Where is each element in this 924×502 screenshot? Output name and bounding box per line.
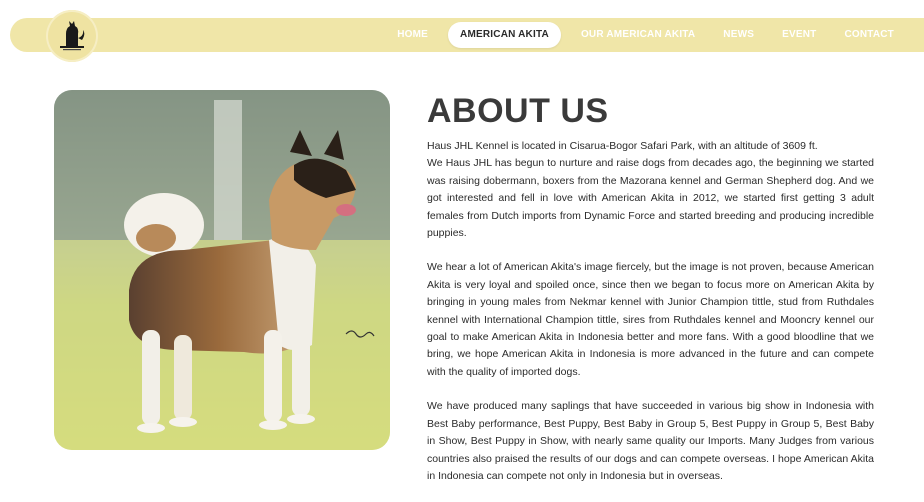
about-paragraph-2: We hear a lot of American Akita's image … [427, 261, 874, 378]
dog-logo-icon [60, 21, 85, 51]
nav-news[interactable]: NEWS [709, 22, 768, 48]
nav-event[interactable]: EVENT [768, 22, 830, 48]
nav-contact[interactable]: CONTACT [830, 22, 924, 48]
about-p1-line1: Haus JHL Kennel is located in Cisarua-Bo… [427, 140, 818, 152]
nav-our-american-akita[interactable]: OUR AMERICAN AKITA [567, 22, 709, 48]
about-paragraph-3: We have produced many saplings that have… [427, 400, 874, 482]
nav-american-akita[interactable]: AMERICAN AKITA [448, 22, 561, 48]
about-section: ABOUT US Haus JHL Kennel is located in C… [427, 92, 874, 502]
about-paragraph-1: Haus JHL Kennel is located in Cisarua-Bo… [427, 138, 874, 242]
page-title: ABOUT US [427, 92, 609, 130]
main-nav: HOME AMERICAN AKITA OUR AMERICAN AKITA N… [383, 18, 924, 52]
kennel-logo[interactable] [46, 10, 98, 62]
about-p1-line2: We Haus JHL has begun to nurture and rai… [427, 157, 874, 240]
nav-home[interactable]: HOME [383, 22, 442, 48]
akita-dog-photo [54, 90, 390, 450]
